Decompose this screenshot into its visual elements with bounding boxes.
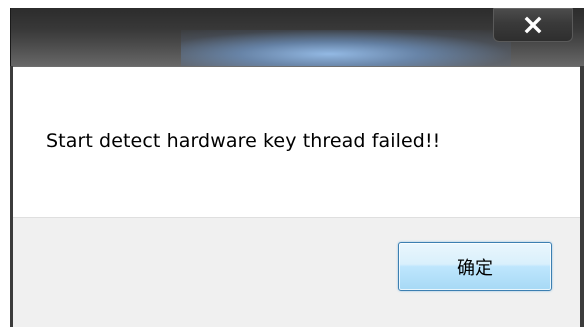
close-icon: [524, 16, 542, 33]
ok-button-label: 确定: [457, 257, 493, 279]
ok-button[interactable]: 确定: [398, 242, 552, 291]
message-area: Start detect hardware key thread failed!…: [13, 66, 580, 217]
window-frame-right: [580, 66, 584, 327]
title-bar-glow: [181, 30, 511, 70]
message-text: Start detect hardware key thread failed!…: [46, 130, 441, 152]
button-bar: 确定: [13, 217, 580, 327]
message-dialog: Start detect hardware key thread failed!…: [0, 0, 584, 327]
close-button[interactable]: [493, 8, 573, 42]
